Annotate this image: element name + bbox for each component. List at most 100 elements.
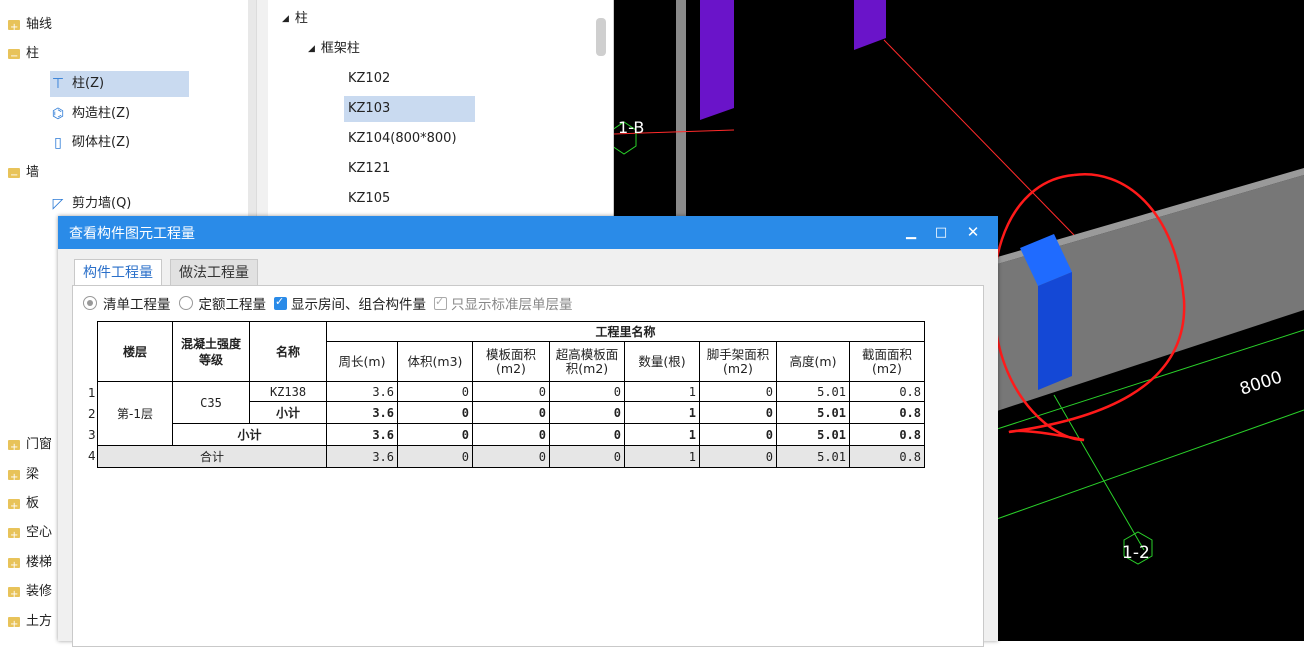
cell-value: 1	[624, 401, 700, 424]
cell-value: 0	[549, 445, 625, 468]
list-label: 框架柱	[320, 41, 360, 56]
list-group-frame-column[interactable]: ◢ 框架柱	[308, 36, 360, 62]
dimension-label: 8000	[1237, 367, 1284, 399]
radio-bill-quantity[interactable]	[83, 296, 97, 310]
tree-folder-decoration[interactable]: 装修	[8, 579, 52, 608]
dialog-titlebar[interactable]: 查看构件图元工程量 ▁ □ ✕	[58, 216, 998, 249]
table-row-floor-subtotal[interactable]: 小计 3.6 0 0 0 1 0 5.01 0.8	[98, 423, 925, 446]
tree-folder-earthwork[interactable]: 土方	[8, 609, 52, 638]
tree-folder-axis[interactable]: 轴线	[8, 12, 53, 41]
radio-norm-quantity[interactable]	[178, 296, 193, 310]
cell-value: 0	[699, 423, 777, 446]
header-name: 名称	[249, 321, 327, 382]
header-metric: 周长(m)	[326, 341, 398, 382]
maximize-icon[interactable]: □	[926, 216, 956, 249]
shear-wall-icon: ◸	[52, 196, 64, 212]
tree-item-masonry-column[interactable]: ▯ 砌体柱(Z)	[50, 130, 130, 156]
header-metric: 超高模板面积(m2)	[549, 341, 625, 382]
cell-value: 0.8	[849, 381, 925, 402]
tree-item-construction-column[interactable]: ⌬ 构造柱(Z)	[50, 101, 130, 127]
radio-label: 定额工程量	[198, 297, 267, 313]
cell-value: 0	[397, 423, 473, 446]
list-item[interactable]: KZ121	[344, 156, 390, 182]
cell-grade: C35	[172, 381, 250, 424]
header-metric: 脚手架面积(m2)	[699, 341, 777, 382]
tree-folder-column[interactable]: 柱	[8, 41, 39, 70]
folder-closed-icon	[8, 435, 20, 461]
dialog-body: 构件工程量 做法工程量 清单工程量 定额工程量 显示房间、组合构件量 只显示标准…	[58, 249, 998, 647]
header-metric: 体积(m3)	[397, 341, 473, 382]
list-item-selected[interactable]: KZ103	[344, 96, 475, 122]
cell-value: 0	[699, 445, 777, 468]
cell-total-label: 合计	[97, 445, 327, 468]
tree-item-shear-wall[interactable]: ◸ 剪力墙(Q)	[50, 191, 132, 217]
axis-label-2: 1-2	[1122, 543, 1150, 563]
tree-label: 空心	[26, 525, 53, 540]
header-metric: 模板面积(m2)	[472, 341, 550, 382]
cell-value: 0.8	[849, 401, 925, 424]
cell-name: KZ138	[249, 381, 327, 402]
tree-label: 构造柱(Z)	[72, 106, 131, 121]
checkbox-show-room[interactable]	[274, 295, 287, 310]
cell-value: 0	[472, 423, 550, 446]
minimize-icon[interactable]: ▁	[896, 216, 926, 249]
header-group: 工程里名称	[326, 321, 925, 342]
cell-value: 1	[624, 381, 700, 402]
cell-value: 0.8	[849, 445, 925, 468]
checkbox-label: 显示房间、组合构件量	[291, 297, 426, 313]
cell-subtotal-label: 小计	[249, 401, 327, 424]
header-metric: 高度(m)	[776, 341, 850, 382]
cell-value: 1	[624, 423, 700, 446]
cell-value: 0	[699, 381, 777, 402]
close-icon[interactable]: ✕	[958, 216, 988, 249]
tree-folder-beam[interactable]: 梁	[8, 462, 40, 491]
tree-folder-stairs[interactable]: 楼梯	[8, 550, 53, 579]
cell-subtotal-label: 小计	[172, 423, 327, 446]
tree-folder-wall[interactable]: 墙	[8, 160, 39, 189]
grid-line	[883, 39, 1075, 236]
table-row[interactable]: 第-1层 C35 KZ138 3.6 0 0 0 1 0 5.01 0.8	[97, 381, 925, 446]
cell-value: 0	[549, 381, 625, 402]
list-item[interactable]: KZ104(800*800)	[344, 126, 457, 152]
quantity-dialog: 查看构件图元工程量 ▁ □ ✕ 构件工程量 做法工程量 清单工程量 定额工程量 …	[58, 216, 998, 647]
cell-value: 3.6	[326, 381, 398, 402]
tab-component-quantity[interactable]: 构件工程量	[74, 259, 162, 286]
table-row-total[interactable]: 合计 3.6 0 0 0 1 0 5.01 0.8	[97, 445, 925, 468]
tab-method-quantity[interactable]: 做法工程量	[170, 259, 258, 286]
tree-label: 梁	[26, 467, 40, 482]
cell-value: 0	[397, 445, 473, 468]
tree-folder-doors-windows[interactable]: 门窗	[8, 432, 52, 461]
tree-label: 剪力墙(Q)	[72, 196, 132, 211]
tree-folder-slab[interactable]: 板	[8, 491, 39, 520]
column-icon: ⊤	[51, 76, 65, 92]
quantity-table: 楼层 混凝土强度等级 名称 工程里名称 周长(m) 体积(m3) 模板面积(m2…	[97, 321, 925, 468]
folder-closed-icon	[8, 523, 20, 549]
list-scrollbar[interactable]	[596, 18, 606, 56]
cell-value: 0.8	[849, 423, 925, 446]
tree-label: 砌体柱(Z)	[72, 135, 131, 150]
tree-label: 柱(Z)	[72, 76, 105, 91]
list-item[interactable]: KZ105	[344, 186, 390, 212]
component-list: ◢ 柱 ◢ 框架柱 KZ102 KZ103 KZ104(800*800) KZ1…	[268, 0, 614, 216]
folder-closed-icon	[8, 553, 20, 579]
list-label: KZ104(800*800)	[348, 131, 457, 146]
construction-column-icon: ⌬	[51, 106, 65, 122]
cell-value: 0	[397, 381, 473, 402]
purple-column	[700, 0, 734, 120]
cell-value: 0	[699, 401, 777, 424]
cell-value: 3.6	[326, 401, 398, 424]
tree-folder-hollow[interactable]: 空心	[8, 520, 53, 549]
purple-column	[854, 0, 886, 50]
tree-label: 楼梯	[26, 555, 53, 570]
cell-floor: 第-1层	[97, 381, 173, 446]
list-item[interactable]: KZ102	[344, 66, 390, 92]
header-metric: 数量(根)	[624, 341, 700, 382]
checkbox-standard-floor[interactable]	[434, 295, 447, 310]
list-label: 柱	[294, 11, 308, 26]
list-root-column[interactable]: ◢ 柱	[282, 6, 308, 32]
tree-item-column-z[interactable]: ⊤ 柱(Z)	[50, 71, 189, 97]
list-label: KZ105	[348, 191, 391, 206]
header-floor: 楼层	[97, 321, 173, 382]
dialog-title: 查看构件图元工程量	[69, 225, 195, 242]
tree-label: 轴线	[26, 17, 53, 32]
